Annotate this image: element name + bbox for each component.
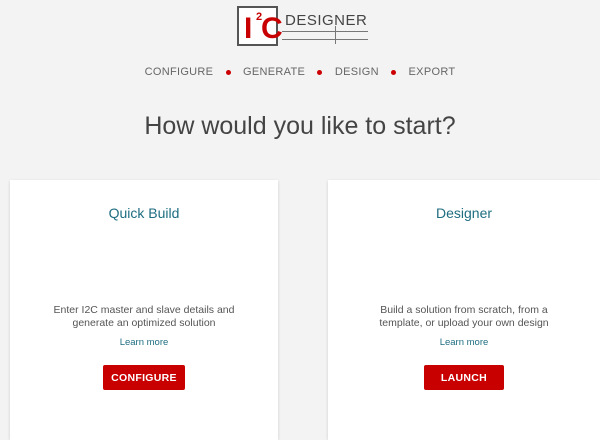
step-design: DESIGN [334, 66, 379, 79]
logo-rule-lower [282, 39, 368, 40]
app-logo: I 2 C DESIGNER [232, 4, 372, 48]
card-title: Designer [435, 205, 493, 221]
step-separator-dot [391, 69, 397, 75]
step-configure: CONFIGURE [144, 66, 214, 79]
page-title: How would you like to start? [144, 112, 456, 140]
card-description-line: template, or upload your own design [379, 317, 549, 329]
card-title: Quick Build [108, 205, 180, 221]
logo-letter-c: C [261, 12, 283, 45]
card-description-line: Enter I2C master and slave details and [53, 304, 235, 316]
launch-button[interactable]: LAUNCH [424, 365, 504, 390]
step-separator-dot [317, 69, 323, 75]
step-indicator: CONFIGURE GENERATE DESIGN EXPORT [0, 66, 600, 78]
designer-card: Designer Build a solution from scratch, … [328, 180, 600, 440]
logo-box: I 2 C [237, 6, 283, 46]
configure-button[interactable]: CONFIGURE [103, 365, 185, 390]
logo-letter-i: I [244, 12, 253, 45]
learn-more-link[interactable]: Learn more [10, 337, 278, 348]
card-description: Build a solution from scratch, from a te… [328, 304, 600, 330]
step-export: EXPORT [408, 66, 456, 79]
step-separator-dot [225, 69, 231, 75]
card-description-line: generate an optimized solution [72, 317, 216, 329]
card-description: Enter I2C master and slave details and g… [10, 304, 278, 330]
logo-divider [335, 26, 336, 44]
card-description-line: Build a solution from scratch, from a [380, 304, 548, 316]
learn-more-link[interactable]: Learn more [328, 337, 600, 348]
step-generate: GENERATE [243, 66, 306, 79]
logo-rule [282, 31, 368, 32]
quick-build-card: Quick Build Enter I2C master and slave d… [10, 180, 278, 440]
logo-wordmark: DESIGNER [285, 12, 368, 29]
